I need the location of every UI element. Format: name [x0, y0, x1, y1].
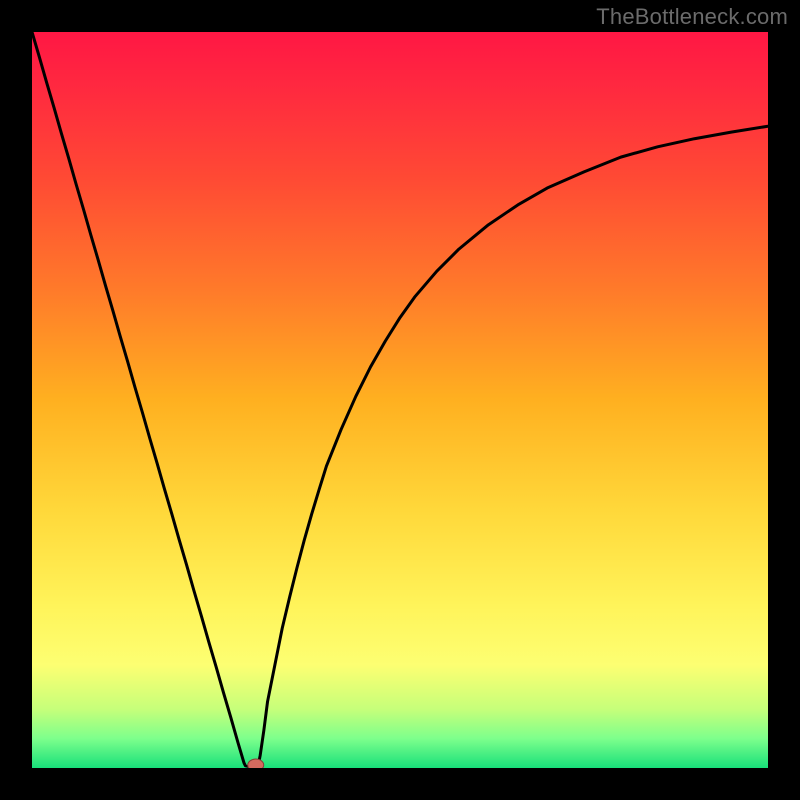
site-watermark: TheBottleneck.com: [596, 4, 788, 30]
optimum-marker: [248, 759, 264, 768]
chart-frame: TheBottleneck.com: [0, 0, 800, 800]
chart-svg: [32, 32, 768, 768]
gradient-background: [32, 32, 768, 768]
plot-area: [32, 32, 768, 768]
